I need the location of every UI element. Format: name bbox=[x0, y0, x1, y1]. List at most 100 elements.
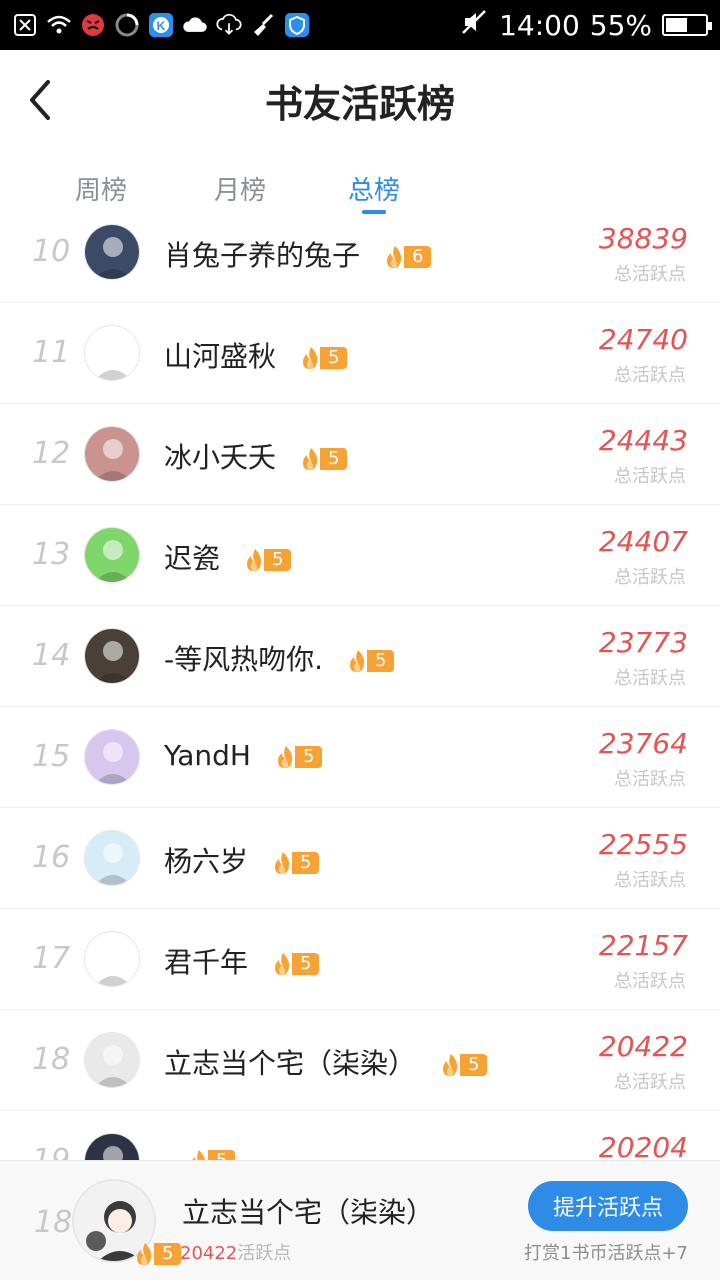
boost-activity-button[interactable]: 提升活跃点 bbox=[528, 1181, 688, 1231]
ranking-list[interactable]: 10 肖兔子养的兔子 6 38839 总活跃点 11 山河盛秋 5 24740 … bbox=[0, 202, 720, 1162]
avatar[interactable] bbox=[84, 527, 140, 583]
my-score: 20422活跃点 bbox=[180, 1239, 291, 1265]
angry-face-icon bbox=[80, 12, 106, 38]
user-name: 山河盛秋 5 bbox=[164, 335, 348, 375]
level-badge: 5 bbox=[273, 744, 323, 770]
avatar[interactable] bbox=[84, 1133, 140, 1162]
battery-percent: 55% bbox=[589, 8, 652, 42]
score-label: 总活跃点 bbox=[614, 567, 686, 588]
avatar[interactable] bbox=[84, 931, 140, 987]
level-badge: 5 bbox=[242, 547, 292, 573]
score-number: 24740 bbox=[598, 323, 688, 356]
user-name: 迟瓷 5 bbox=[164, 537, 292, 577]
user-name-text: 立志当个宅（柒染） bbox=[164, 1047, 417, 1080]
avatar[interactable] bbox=[84, 325, 140, 381]
rank-number: 10 bbox=[32, 234, 71, 269]
list-item[interactable]: 19 5 20204 总活跃点 bbox=[0, 1111, 720, 1162]
level-number: 5 bbox=[264, 549, 292, 571]
list-item[interactable]: 12 冰小夭夭 5 24443 总活跃点 bbox=[0, 404, 720, 505]
my-rank-number: 18 bbox=[34, 1205, 73, 1240]
score-number: 24407 bbox=[598, 525, 688, 558]
list-item[interactable]: 18 立志当个宅（柒染） 5 20422 总活跃点 bbox=[0, 1010, 720, 1111]
broom-icon bbox=[250, 12, 276, 38]
list-item[interactable]: 10 肖兔子养的兔子 6 38839 总活跃点 bbox=[0, 202, 720, 303]
level-badge: 6 bbox=[382, 244, 432, 270]
avatar[interactable] bbox=[84, 426, 140, 482]
user-name-text: 山河盛秋 bbox=[164, 340, 277, 373]
score-label: 总活跃点 bbox=[614, 466, 686, 487]
level-number: 5 bbox=[320, 347, 348, 369]
list-item[interactable]: 16 杨六岁 5 22555 总活跃点 bbox=[0, 808, 720, 909]
avatar[interactable] bbox=[84, 628, 140, 684]
score-label: 总活跃点 bbox=[614, 971, 686, 992]
list-item[interactable]: 14 -等风热吻你. 5 23773 总活跃点 bbox=[0, 606, 720, 707]
header: 书友活跃榜 bbox=[0, 50, 720, 150]
wifi-icon bbox=[46, 12, 72, 38]
cloud-download-icon bbox=[216, 12, 242, 38]
level-number: 5 bbox=[154, 1243, 182, 1265]
svg-text:K: K bbox=[157, 19, 166, 33]
list-item[interactable]: 11 山河盛秋 5 24740 总活跃点 bbox=[0, 303, 720, 404]
level-number: 5 bbox=[367, 650, 395, 672]
user-name: YandH 5 bbox=[164, 739, 323, 772]
level-number: 5 bbox=[320, 448, 348, 470]
user-name: -等风热吻你. 5 bbox=[164, 638, 395, 678]
score-number: 22157 bbox=[598, 929, 688, 962]
rank-number: 17 bbox=[32, 941, 71, 976]
rank-number: 14 bbox=[32, 638, 71, 673]
rank-number: 18 bbox=[32, 1042, 71, 1077]
battery-icon bbox=[662, 14, 712, 36]
level-badge: 5 bbox=[270, 850, 320, 876]
avatar[interactable] bbox=[84, 729, 140, 785]
score-number: 38839 bbox=[598, 222, 688, 255]
score-label: 总活跃点 bbox=[614, 365, 686, 386]
reward-tip: 打赏1书币活跃点+7 bbox=[524, 1243, 688, 1264]
list-item[interactable]: 13 迟瓷 5 24407 总活跃点 bbox=[0, 505, 720, 606]
rank-number: 11 bbox=[32, 335, 71, 370]
cloud-icon bbox=[182, 12, 208, 38]
score-label: 总活跃点 bbox=[614, 1072, 686, 1093]
score-label: 总活跃点 bbox=[614, 870, 686, 891]
user-name: 肖兔子养的兔子 6 bbox=[164, 234, 432, 274]
score-number: 22555 bbox=[598, 828, 688, 861]
user-name: 立志当个宅（柒染） 5 bbox=[164, 1042, 488, 1082]
user-name-text: YandH bbox=[164, 739, 251, 772]
user-name: 冰小夭夭 5 bbox=[164, 436, 348, 476]
score-label: 总活跃点 bbox=[614, 668, 686, 689]
user-name-text: 冰小夭夭 bbox=[164, 441, 277, 474]
score-number: 23773 bbox=[598, 626, 688, 659]
level-badge: 5 bbox=[345, 648, 395, 674]
avatar[interactable] bbox=[84, 224, 140, 280]
rank-number: 16 bbox=[32, 840, 71, 875]
list-item[interactable]: 17 君千年 5 22157 总活跃点 bbox=[0, 909, 720, 1010]
back-arrow-icon[interactable] bbox=[24, 78, 60, 122]
user-name-text: 杨六岁 bbox=[164, 845, 249, 878]
avatar[interactable] bbox=[84, 830, 140, 886]
score-number: 20422 bbox=[598, 1030, 688, 1063]
list-item[interactable]: 15 YandH 5 23764 总活跃点 bbox=[0, 707, 720, 808]
rank-number: 12 bbox=[32, 436, 71, 471]
close-box-icon bbox=[12, 12, 38, 38]
score-number: 20204 bbox=[598, 1131, 688, 1162]
status-bar: K 14:00 55% bbox=[0, 0, 720, 50]
rank-number: 13 bbox=[32, 537, 71, 572]
level-number: 5 bbox=[292, 852, 320, 874]
level-badge: 5 bbox=[298, 345, 348, 371]
level-badge: 5 bbox=[298, 446, 348, 472]
level-number: 5 bbox=[292, 953, 320, 975]
my-score-label: 活跃点 bbox=[237, 1243, 292, 1264]
user-name: 君千年 5 bbox=[164, 941, 320, 981]
user-name: 杨六岁 5 bbox=[164, 840, 320, 880]
loading-ring-icon bbox=[114, 12, 140, 38]
score-label: 总活跃点 bbox=[614, 769, 686, 790]
my-level-badge: 5 bbox=[132, 1241, 182, 1267]
my-name: 立志当个宅（柒染） bbox=[182, 1196, 435, 1229]
avatar[interactable] bbox=[84, 1032, 140, 1088]
level-number: 6 bbox=[404, 246, 432, 268]
level-number: 5 bbox=[460, 1054, 488, 1076]
shield-icon bbox=[284, 12, 310, 38]
my-rank-bar: 18 5 立志当个宅（柒染） 20422活跃点 提升活跃点 打赏1书币活跃点+7 bbox=[0, 1160, 720, 1280]
level-number: 5 bbox=[294, 746, 323, 768]
score-number: 23764 bbox=[598, 727, 688, 760]
rank-number: 15 bbox=[32, 739, 71, 774]
